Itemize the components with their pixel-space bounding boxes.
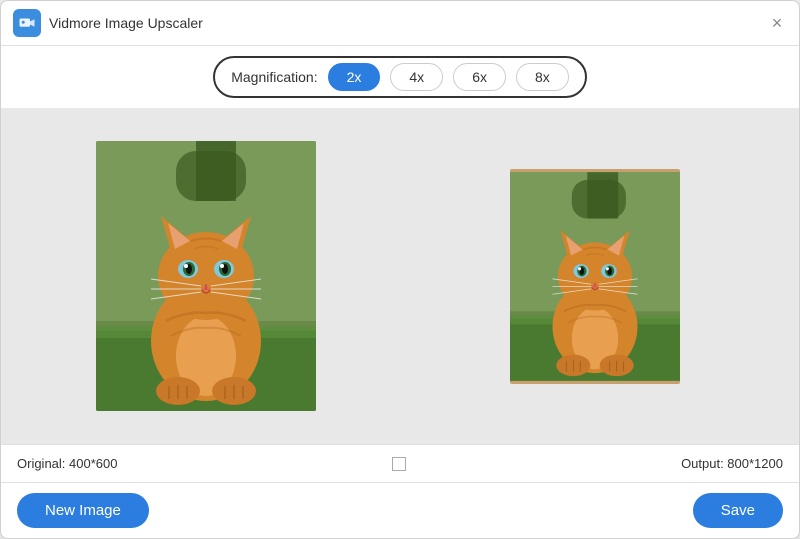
footer: New Image Save: [1, 482, 799, 538]
output-dimensions: Output: 800*1200: [681, 456, 783, 471]
original-image: [96, 141, 316, 411]
original-image-panel: [11, 141, 400, 411]
mag-button-6x[interactable]: 6x: [453, 63, 506, 91]
title-bar: Vidmore Image Upscaler ×: [1, 1, 799, 46]
new-image-button[interactable]: New Image: [17, 493, 149, 528]
magnification-label: Magnification:: [231, 69, 317, 85]
magnification-bar: Magnification: 2x 4x 6x 8x: [1, 46, 799, 108]
main-content: [1, 108, 799, 444]
mag-button-2x[interactable]: 2x: [328, 63, 381, 91]
original-dimensions: Original: 400*600: [17, 456, 117, 471]
close-button[interactable]: ×: [767, 13, 787, 33]
app-title: Vidmore Image Upscaler: [49, 15, 203, 31]
info-bar: Original: 400*600 Output: 800*1200: [1, 444, 799, 482]
output-image: [510, 169, 680, 384]
main-window: Vidmore Image Upscaler × Magnification: …: [0, 0, 800, 539]
mag-button-4x[interactable]: 4x: [390, 63, 443, 91]
app-icon: [13, 9, 41, 37]
mag-button-8x[interactable]: 8x: [516, 63, 569, 91]
magnification-oval: Magnification: 2x 4x 6x 8x: [213, 56, 587, 98]
title-left: Vidmore Image Upscaler: [13, 9, 203, 37]
save-button[interactable]: Save: [693, 493, 783, 528]
compare-checkbox[interactable]: [392, 457, 406, 471]
output-image-panel: [400, 169, 789, 384]
